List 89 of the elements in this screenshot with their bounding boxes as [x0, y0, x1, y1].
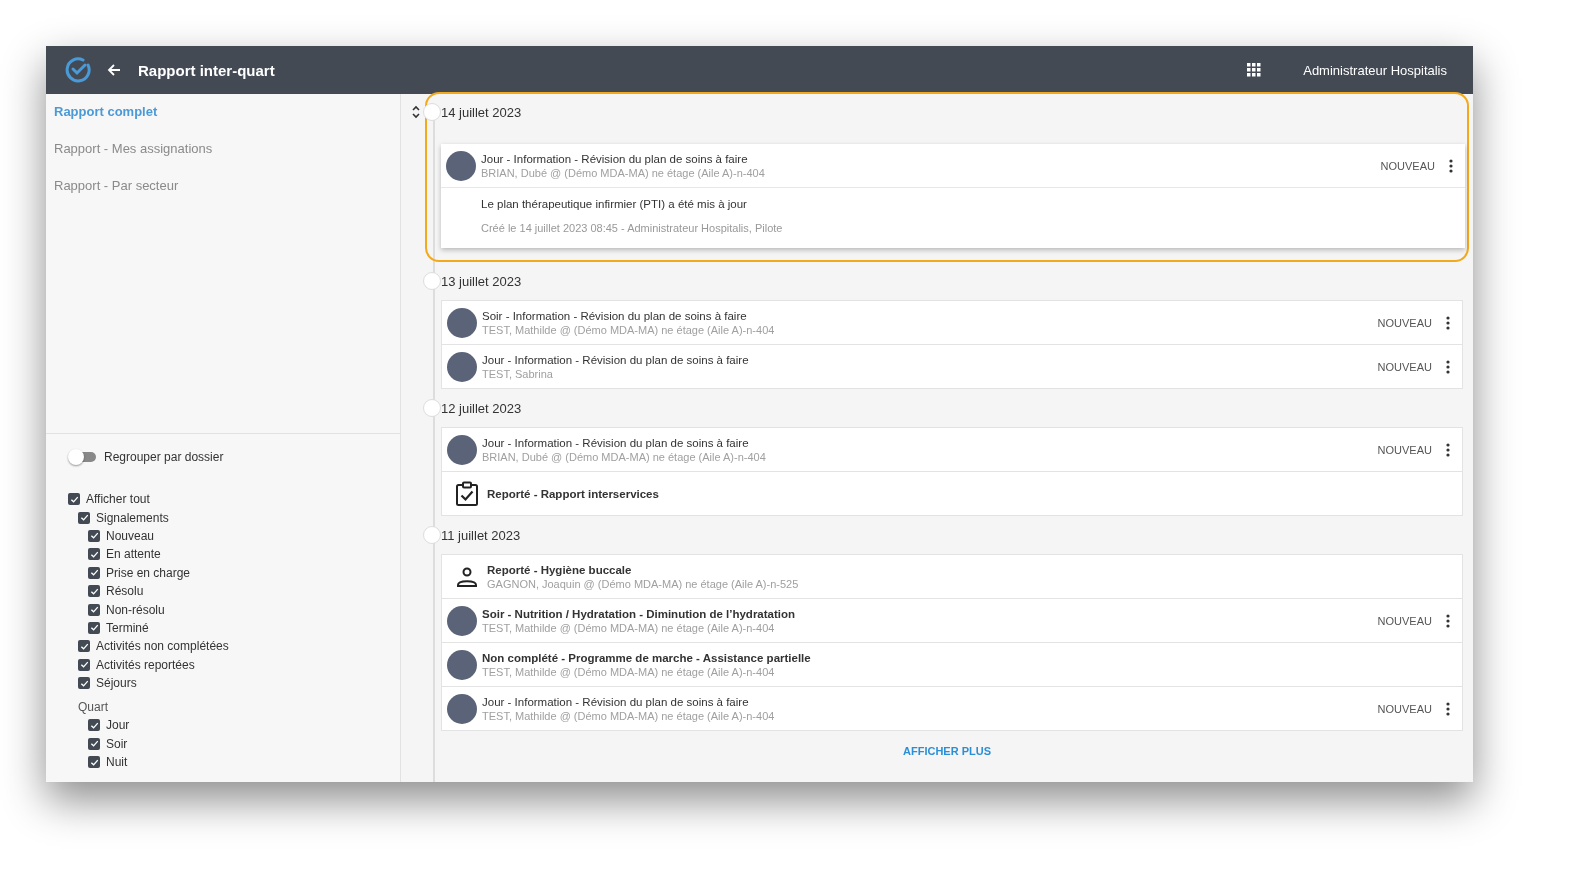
day-date: 11 juillet 2023 [441, 527, 521, 543]
checkbox-label: Activités non complétées [96, 639, 229, 654]
checkbox-label: Non-résolu [106, 602, 165, 617]
entry-patient: BRIAN, Dubé @ (Démo MDA-MA) ne étage (Aile A)-n-404 [481, 166, 766, 179]
more-options-icon[interactable] [1446, 613, 1450, 628]
checkbox[interactable] [88, 719, 100, 732]
checkbox[interactable] [78, 640, 90, 653]
checkbox-label: Activités reportées [96, 657, 195, 672]
day-date: 13 juillet 2023 [441, 273, 522, 289]
clipboard-check-icon [454, 480, 480, 507]
entry-patient: GAGNON, Joaquin @ (Démo MDA-MA) ne étage (Aile A)-n-525 [487, 577, 800, 590]
status-label: NOUVEAU [1377, 443, 1432, 456]
checkbox[interactable] [88, 585, 100, 598]
entry-row[interactable]: Soir - Nutrition / Hydratation - Diminution de l’hydratation TEST, Mathilde @ (Démo MDA-MA) ne étage (Aile A)-n-404 NOUVEAU [442, 599, 1462, 642]
status-label: NOUVEAU [1377, 614, 1432, 627]
checkbox-label: Prise en charge [106, 565, 191, 580]
avatar [447, 649, 477, 680]
check-circle-logo-icon [64, 56, 92, 84]
entry-title: Non complété - Programme de marche - Assistance partielle [482, 651, 812, 664]
checkbox-label: Séjours [96, 676, 137, 691]
avatar [447, 605, 477, 636]
status-label: NOUVEAU [1377, 702, 1432, 715]
checkbox-label: En attente [106, 547, 161, 562]
checkbox-label: Terminé [106, 620, 149, 635]
checkbox[interactable] [88, 621, 100, 634]
entry-title: Soir - Nutrition / Hydratation - Diminution de l’hydratation [482, 607, 797, 620]
entry-patient: TEST, Sabrina [482, 367, 554, 380]
checkbox-label: Afficher tout [86, 492, 150, 507]
checkbox[interactable] [88, 737, 100, 750]
entry-patient: TEST, Mathilde @ (Démo MDA-MA) ne étage (Aile A)-n-404 [482, 323, 776, 336]
entry-created: Créé le 14 juillet 2023 08:45 - Administrateur Hospitalis, Pilote [481, 222, 784, 234]
checkbox-label: Résolu [106, 584, 144, 599]
status-label: NOUVEAU [1377, 316, 1432, 329]
entry-patient: BRIAN, Dubé @ (Démo MDA-MA) ne étage (Aile A)-n-404 [482, 450, 767, 463]
entry-title: Jour - Information - Révision du plan de soins à faire [482, 436, 750, 449]
checkbox-label: Signalements [96, 510, 169, 525]
entry-title: Reporté - Hygiène buccale [487, 563, 633, 576]
checkbox[interactable] [88, 548, 100, 561]
checkbox[interactable] [78, 658, 90, 671]
entry-message: Le plan thérapeutique infirmier (PTI) a été mis à jour [481, 198, 748, 210]
day-date: 14 juillet 2023 [441, 104, 522, 120]
entry-title: Jour - Information - Révision du plan de soins à faire [482, 695, 750, 708]
more-options-icon[interactable] [1449, 158, 1453, 173]
checkbox-label: Nouveau [106, 528, 155, 543]
page-title: Rapport inter-quart [138, 61, 275, 79]
more-options-icon[interactable] [1446, 359, 1450, 374]
group-toggle[interactable] [70, 452, 96, 462]
apps-grid-icon[interactable] [1247, 63, 1262, 77]
entry-row[interactable]: Non complété - Programme de marche - Assistance partielle TEST, Mathilde @ (Démo MDA-MA) ne étage (Aile A)-n-404 [442, 643, 1462, 686]
avatar [447, 307, 477, 338]
section-label: Quart [78, 699, 109, 717]
back-arrow-icon[interactable] [106, 62, 122, 78]
toggle-label: Regrouper par dossier [104, 450, 224, 464]
checkbox-label: Nuit [106, 755, 128, 770]
entry-row[interactable]: Reporté - Rapport interservices [442, 472, 1462, 515]
status-label: NOUVEAU [1377, 360, 1432, 373]
entry-row[interactable]: Jour - Information - Révision du plan de soins à faire BRIAN, Dubé @ (Démo MDA-MA) ne étage (Aile A)-n-404 NOUVEAU [442, 428, 1462, 471]
more-options-icon[interactable] [1446, 442, 1450, 457]
checkbox[interactable] [88, 603, 100, 616]
entry-title: Jour - Information - Révision du plan de soins à faire [481, 152, 749, 165]
more-options-icon[interactable] [1446, 315, 1450, 330]
checkbox-label: Jour [106, 718, 130, 733]
entry-row[interactable]: Jour - Information - Révision du plan de soins à faire BRIAN, Dubé @ (Démo MDA-MA) ne étage (Aile A)-n-404 NOUVEAU [441, 144, 1465, 187]
user-name[interactable]: Administrateur Hospitalis [1303, 62, 1447, 78]
entry-title: Jour - Information - Révision du plan de soins à faire [482, 353, 750, 366]
checkbox[interactable] [78, 511, 90, 524]
avatar [447, 351, 477, 382]
checkbox[interactable] [88, 756, 100, 769]
sort-icon[interactable] [411, 104, 421, 120]
day-date: 12 juillet 2023 [441, 400, 522, 416]
checkbox[interactable] [88, 566, 100, 579]
entry-patient: TEST, Mathilde @ (Démo MDA-MA) ne étage (Aile A)-n-404 [482, 621, 776, 634]
avatar [447, 693, 477, 724]
checkbox-label: Soir [106, 736, 128, 751]
entry-row[interactable]: Jour - Information - Révision du plan de soins à faire TEST, Mathilde @ (Démo MDA-MA) ne étage (Aile A)-n-404 NOUVEAU [442, 687, 1462, 730]
checkbox[interactable] [78, 677, 90, 690]
status-label: NOUVEAU [1380, 159, 1435, 172]
entry-row[interactable]: Jour - Information - Révision du plan de soins à faire TEST, Sabrina NOUVEAU [442, 345, 1462, 388]
entry-patient: TEST, Mathilde @ (Démo MDA-MA) ne étage (Aile A)-n-404 [482, 665, 776, 678]
checkbox[interactable] [88, 529, 100, 542]
entry-patient: TEST, Mathilde @ (Démo MDA-MA) ne étage (Aile A)-n-404 [482, 709, 776, 722]
more-options-icon[interactable] [1446, 701, 1450, 716]
avatar [447, 434, 477, 465]
entry-title: Reporté - Rapport interservices [487, 487, 660, 500]
entry-row[interactable]: Soir - Information - Révision du plan de soins à faire TEST, Mathilde @ (Démo MDA-MA) ne étage (Aile A)-n-404 NOUVEAU [442, 301, 1462, 344]
avatar [446, 150, 476, 181]
checkbox[interactable] [68, 493, 80, 506]
entry-row[interactable]: Reporté - Hygiène buccale GAGNON, Joaquin @ (Démo MDA-MA) ne étage (Aile A)-n-525 [442, 555, 1462, 598]
entry-title: Soir - Information - Révision du plan de soins à faire [482, 309, 748, 322]
